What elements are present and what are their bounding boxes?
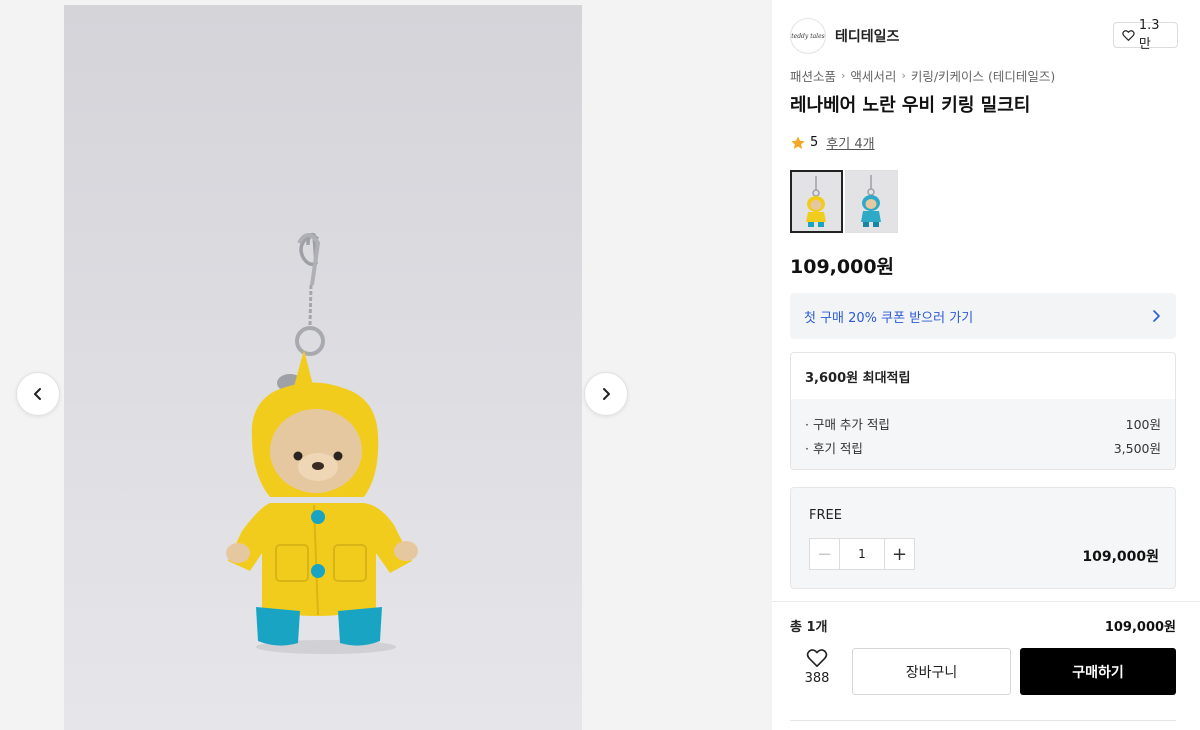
brand-like-button[interactable]: 1.3만 bbox=[1113, 18, 1178, 52]
heart-outline-icon bbox=[806, 649, 828, 667]
brand-name[interactable]: 테디테일즈 bbox=[835, 26, 899, 46]
divider bbox=[772, 601, 1200, 602]
add-to-cart-button[interactable]: 장바구니 bbox=[852, 648, 1011, 695]
brand-logo[interactable]: teddy tales bbox=[790, 18, 826, 54]
product-title: 레나베어 노란 우비 키링 밀크티 bbox=[790, 95, 1031, 116]
chevron-right-icon bbox=[1153, 310, 1160, 322]
points-box: 3,600원 최대적립 · 구매 추가 적립 100원 · 후기 적립 3,50… bbox=[790, 352, 1176, 470]
product-gallery bbox=[0, 0, 772, 730]
breadcrumb-item[interactable]: 키링/키케이스 (테디테일즈) bbox=[911, 66, 1055, 85]
thumbnail-image bbox=[861, 175, 881, 227]
points-value: 3,500원 bbox=[1113, 440, 1161, 456]
rating-score: 5 bbox=[810, 135, 819, 150]
bear-keyring-illustration bbox=[226, 232, 418, 654]
option-price: 109,000원 bbox=[1082, 549, 1159, 565]
quantity-stepper: − + bbox=[809, 538, 915, 570]
points-value: 100원 bbox=[1125, 416, 1161, 432]
thumbnail-image bbox=[806, 176, 826, 227]
gallery-next-button[interactable] bbox=[584, 372, 628, 416]
quantity-increase-button[interactable]: + bbox=[884, 539, 914, 569]
brand-like-count: 1.3만 bbox=[1138, 18, 1160, 52]
coupon-text: 첫 구매 20% 쿠폰 받으러 가기 bbox=[804, 310, 974, 326]
thumbnail-list bbox=[790, 170, 898, 233]
total-price: 109,000원 bbox=[1104, 620, 1176, 635]
points-breakdown: · 구매 추가 적립 100원 · 후기 적립 3,500원 bbox=[791, 399, 1175, 469]
points-row: · 후기 적립 3,500원 bbox=[805, 435, 1161, 459]
selected-option-box: FREE − + 109,000원 bbox=[790, 487, 1176, 589]
chevron-left-icon bbox=[34, 388, 41, 400]
quantity-decrease-button[interactable]: − bbox=[810, 539, 840, 569]
breadcrumb-item[interactable]: 액세서리 bbox=[850, 66, 896, 85]
total-count: 총 1개 bbox=[790, 620, 828, 635]
quantity-input[interactable] bbox=[840, 539, 884, 569]
product-info-panel: teddy tales 테디테일즈 1.3만 패션소품 › 액세서리 › 키링/… bbox=[772, 0, 1200, 730]
buy-now-button[interactable]: 구매하기 bbox=[1020, 648, 1176, 695]
wishlist-count: 388 bbox=[804, 671, 830, 686]
rating-row: 5 후기 4개 bbox=[790, 133, 875, 152]
thumbnail-blue-raincoat[interactable] bbox=[845, 170, 898, 233]
star-icon bbox=[791, 135, 805, 149]
brand-logo-text: teddy tales bbox=[791, 32, 825, 40]
points-title: 3,600원 최대적립 bbox=[805, 370, 911, 386]
points-label: · 구매 추가 적립 bbox=[805, 416, 890, 432]
chevron-right-icon bbox=[603, 388, 610, 400]
points-label: · 후기 적립 bbox=[805, 440, 863, 456]
breadcrumb: 패션소품 › 액세서리 › 키링/키케이스 (테디테일즈) bbox=[790, 66, 1055, 85]
product-price: 109,000원 bbox=[790, 256, 895, 278]
thumbnail-yellow-raincoat[interactable] bbox=[790, 170, 843, 233]
wishlist-button[interactable]: 388 bbox=[790, 648, 844, 696]
gallery-prev-button[interactable] bbox=[16, 372, 60, 416]
first-purchase-coupon-banner[interactable]: 첫 구매 20% 쿠폰 받으러 가기 bbox=[790, 293, 1176, 339]
option-name: FREE bbox=[809, 508, 842, 523]
chevron-right-icon: › bbox=[901, 69, 906, 82]
divider bbox=[790, 720, 1176, 721]
product-photo bbox=[64, 5, 582, 730]
breadcrumb-item[interactable]: 패션소품 bbox=[790, 66, 836, 85]
heart-outline-icon bbox=[1122, 29, 1135, 41]
review-count-link[interactable]: 후기 4개 bbox=[826, 133, 874, 152]
brand-row: teddy tales 테디테일즈 1.3만 bbox=[790, 18, 1178, 54]
chevron-right-icon: › bbox=[841, 69, 846, 82]
points-row: · 구매 추가 적립 100원 bbox=[805, 411, 1161, 435]
